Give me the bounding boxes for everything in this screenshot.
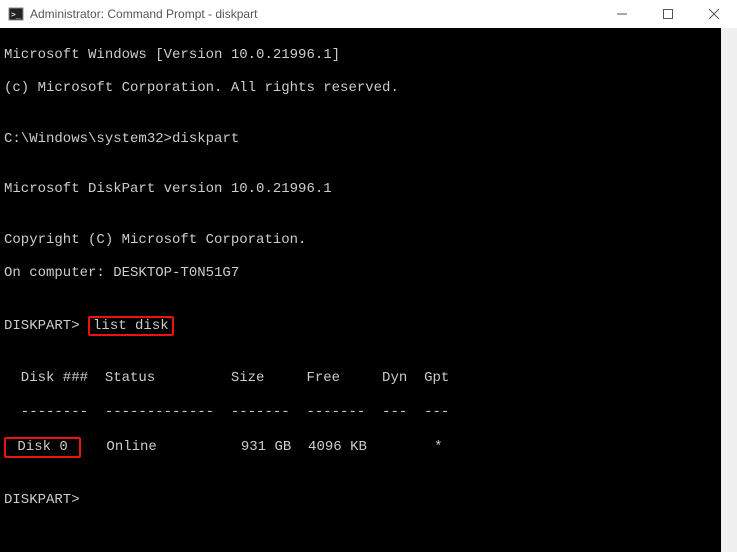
highlighted-disk: Disk 0 [4, 437, 81, 458]
cmd-icon: >_ [8, 6, 24, 22]
maximize-button[interactable] [645, 0, 691, 28]
terminal-line: (c) Microsoft Corporation. All rights re… [4, 80, 733, 97]
minimize-button[interactable] [599, 0, 645, 28]
window-title: Administrator: Command Prompt - diskpart [30, 7, 599, 21]
prompt-path: C:\Windows\system32> [4, 131, 172, 147]
titlebar: >_ Administrator: Command Prompt - diskp… [0, 0, 737, 28]
window-controls [599, 0, 737, 28]
diskpart-prompt: DISKPART> [4, 492, 733, 509]
terminal-line: Copyright (C) Microsoft Corporation. [4, 232, 733, 249]
table-header: Disk ### Status Size Free Dyn Gpt [4, 370, 733, 387]
command-text: diskpart [172, 131, 239, 147]
terminal-line: DISKPART> list disk [4, 316, 733, 337]
terminal-line: On computer: DESKTOP-T0N51G7 [4, 265, 733, 282]
table-row: Disk 0 Online 931 GB 4096 KB * [4, 437, 733, 458]
diskpart-prompt: DISKPART> [4, 318, 88, 334]
table-divider: -------- ------------- ------- ------- -… [4, 404, 733, 421]
vertical-scrollbar[interactable] [721, 28, 737, 552]
command-prompt-window: >_ Administrator: Command Prompt - diskp… [0, 0, 737, 552]
terminal-line: Microsoft Windows [Version 10.0.21996.1] [4, 47, 733, 64]
table-row-values: Online 931 GB 4096 KB * [81, 439, 442, 455]
highlighted-command: list disk [88, 316, 174, 337]
close-button[interactable] [691, 0, 737, 28]
svg-text:>_: >_ [11, 10, 21, 19]
terminal-line: C:\Windows\system32>diskpart [4, 131, 733, 148]
terminal-line: Microsoft DiskPart version 10.0.21996.1 [4, 181, 733, 198]
terminal-area[interactable]: Microsoft Windows [Version 10.0.21996.1]… [0, 28, 737, 552]
